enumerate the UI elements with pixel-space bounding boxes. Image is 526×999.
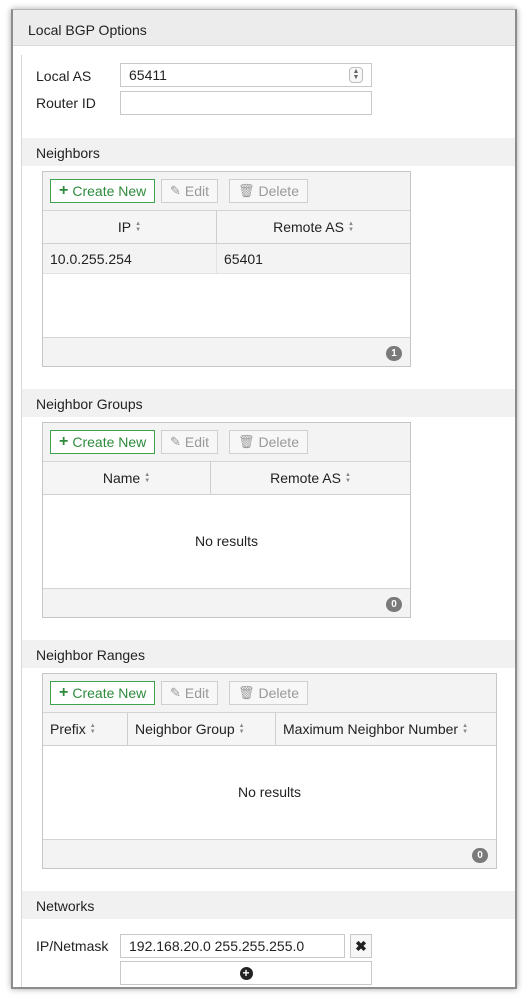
neighbors-table: + Create New ✎ Edit 🗑 Delete IP ▲ ▼ Remo… — [42, 171, 411, 367]
count-badge: 0 — [472, 848, 488, 863]
neighbors-section-title: Neighbors — [22, 138, 515, 166]
neighbor-ranges-section-title: Neighbor Ranges — [22, 640, 515, 668]
column-header-remote-as[interactable]: Remote AS ▲ ▼ — [211, 462, 410, 494]
count-badge: 1 — [386, 346, 402, 361]
local-as-label: Local AS — [36, 68, 92, 84]
pencil-icon: ✎ — [170, 434, 181, 449]
empty-results-message: No results — [237, 784, 302, 800]
edit-label: Edit — [184, 685, 210, 701]
table-row[interactable]: 10.0.255.254 65401 — [43, 244, 410, 274]
neighbor-ranges-table: + Create New ✎ Edit 🗑 Delete Prefix ▲▼ — [42, 673, 497, 869]
column-header-maximum-neighbor-number[interactable]: Maximum Neighbor Number ▲ ▼ — [276, 713, 496, 745]
sort-icon: ▲ ▼ — [89, 723, 96, 735]
neighbor-remote-as-cell: 65401 — [224, 250, 263, 267]
add-network-button[interactable]: + — [120, 961, 372, 985]
sort-icon: ▲ ▼ — [135, 221, 142, 233]
ip-netmask-input[interactable] — [120, 934, 345, 958]
column-header-neighbor-group[interactable]: Neighbor Group ▲ ▼ — [128, 713, 276, 745]
neighbors-create-new-button[interactable]: + Create New — [50, 179, 156, 203]
delete-label: Delete — [258, 183, 299, 199]
neighbor-ranges-toolbar: + Create New ✎ Edit 🗑 Delete — [43, 674, 496, 713]
neighbors-edit-button[interactable]: ✎ Edit — [161, 179, 219, 203]
trash-icon: 🗑 — [238, 685, 255, 700]
neighbors-table-header: IP ▲ ▼ Remote AS ▲ ▼ — [43, 211, 410, 244]
sort-icon: ▲ ▼ — [462, 723, 469, 735]
column-header-ip[interactable]: IP ▲ ▼ — [43, 211, 217, 243]
column-header-name[interactable]: Name ▲ ▼ — [43, 462, 211, 494]
trash-icon: 🗑 — [238, 183, 255, 198]
plus-icon: + — [59, 433, 69, 450]
create-new-label: Create New — [72, 183, 147, 199]
delete-label: Delete — [258, 434, 299, 450]
neighbor-groups-toolbar: + Create New ✎ Edit 🗑 Delete — [43, 423, 410, 462]
spinner-icon[interactable]: ▲ ▼ — [349, 67, 363, 83]
delete-label: Delete — [258, 685, 299, 701]
ip-netmask-label: IP/Netmask — [36, 938, 109, 954]
add-circle-icon: + — [239, 966, 253, 980]
neighbor-groups-edit-button[interactable]: ✎ Edit — [161, 430, 219, 454]
router-id-label: Router ID — [36, 95, 96, 111]
edit-label: Edit — [184, 183, 210, 199]
neighbor-groups-delete-button[interactable]: 🗑 Delete — [229, 430, 308, 454]
create-new-label: Create New — [72, 685, 147, 701]
create-new-label: Create New — [72, 434, 147, 450]
panel-title: Local BGP Options — [13, 10, 515, 46]
panel-content: Local AS ▲▼ Router ID Neighbors + Create… — [21, 55, 515, 987]
neighbor-groups-create-new-button[interactable]: + Create New — [50, 430, 156, 454]
pencil-icon: ✎ — [170, 183, 181, 198]
router-id-input[interactable] — [120, 91, 372, 115]
neighbor-ranges-create-new-button[interactable]: + Create New — [50, 681, 156, 705]
neighbor-groups-table-header: Name ▲ ▼ Remote AS ▲ ▼ — [43, 462, 410, 495]
neighbor-groups-section-title: Neighbor Groups — [22, 389, 515, 417]
neighbor-ranges-edit-button[interactable]: ✎ Edit — [161, 681, 219, 705]
sort-icon: ▲ ▼ — [238, 723, 245, 735]
neighbors-table-footer: 1 — [43, 337, 410, 366]
plus-icon: + — [59, 684, 69, 701]
neighbor-groups-table-footer: 0 — [43, 588, 410, 617]
pencil-icon: ✎ — [170, 685, 181, 700]
sort-icon: ▲ ▼ — [144, 472, 151, 484]
sort-icon: ▲ ▼ — [344, 472, 351, 484]
neighbor-ranges-table-header: Prefix ▲ ▼ Neighbor Group ▲ ▼ Maximum Neig… — [43, 713, 496, 746]
local-as-input[interactable] — [120, 63, 372, 87]
neighbor-ranges-table-footer: 0 — [43, 839, 496, 868]
neighbor-groups-table: + Create New ✎ Edit 🗑 Delete Name ▲ ▼ Re… — [42, 422, 411, 618]
neighbor-ranges-delete-button[interactable]: 🗑 Delete — [229, 681, 308, 705]
edit-label: Edit — [184, 434, 210, 450]
column-header-prefix[interactable]: Prefix ▲ ▼ — [43, 713, 128, 745]
neighbors-delete-button[interactable]: 🗑 Delete — [229, 179, 308, 203]
neighbors-toolbar: + Create New ✎ Edit 🗑 Delete — [43, 172, 410, 211]
count-badge: 0 — [386, 597, 402, 612]
neighbor-ip-cell: 10.0.255.254 — [43, 244, 217, 273]
plus-icon: + — [59, 182, 69, 199]
networks-section-title: Networks — [22, 891, 515, 919]
column-header-remote-as[interactable]: Remote AS ▲ ▼ — [217, 211, 410, 243]
trash-icon: 🗑 — [238, 434, 255, 449]
empty-results-message: No results — [194, 533, 259, 549]
close-icon[interactable]: ✖ — [350, 934, 372, 958]
sort-icon: ▲ ▼ — [347, 221, 354, 233]
bgp-options-panel: Local BGP Options Local AS ▲▼ Router ID … — [11, 9, 517, 989]
